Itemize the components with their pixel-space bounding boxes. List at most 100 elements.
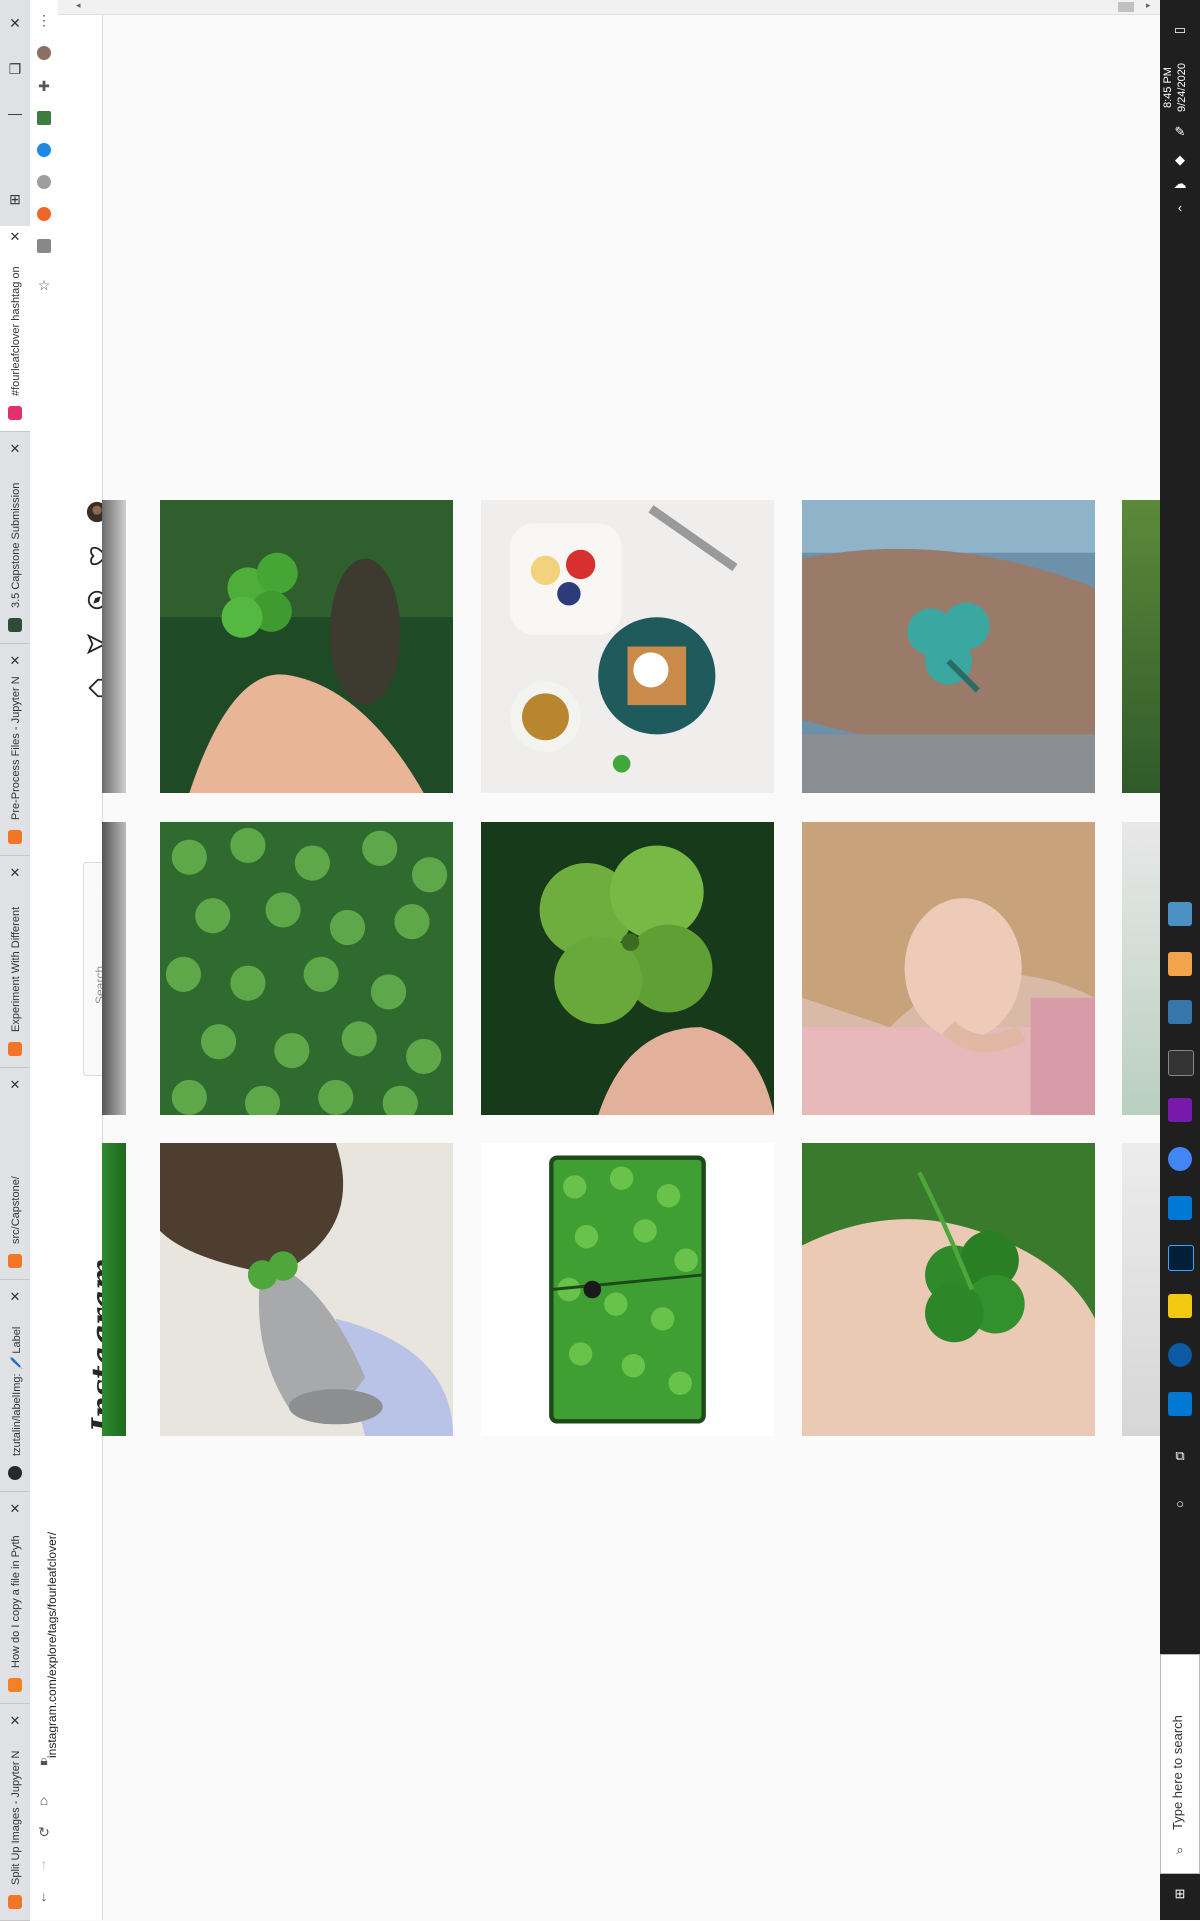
partial-post-tile[interactable] xyxy=(1122,500,1160,793)
menu-icon[interactable]: ⋮ xyxy=(36,12,52,28)
scroll-right-arrow-icon[interactable]: ▸ xyxy=(1146,0,1151,11)
tab-labelimg[interactable]: ✕ tzutalin/labelImg: 🖊️ Label xyxy=(0,1286,30,1492)
file-explorer-icon[interactable] xyxy=(1168,902,1192,926)
tab-copy-file-python[interactable]: ✕ How do I copy a file in Pyth xyxy=(0,1498,30,1704)
post-tile[interactable] xyxy=(802,822,1095,1115)
post-tile[interactable] xyxy=(481,1143,774,1436)
post-tile[interactable] xyxy=(802,500,1095,793)
jupyter-favicon-icon xyxy=(8,830,22,844)
tab-title: tzutalin/labelImg: 🖊️ Label xyxy=(11,1326,23,1456)
partial-post-tile[interactable] xyxy=(102,1143,126,1436)
extension-icon[interactable] xyxy=(37,175,51,189)
post-tile[interactable] xyxy=(160,1143,453,1436)
tab-src-capstone[interactable]: ✕ src/Capstone/ xyxy=(0,1074,30,1280)
minimize-window-icon[interactable]: — xyxy=(6,104,24,122)
store-icon[interactable] xyxy=(1168,1392,1192,1416)
tab-split-up-images[interactable]: ✕ Split Up Images - Jupyter N xyxy=(0,1710,30,1921)
post-image xyxy=(802,822,1095,1115)
pen-icon[interactable]: ✎ xyxy=(1172,124,1188,140)
tab-experiment[interactable]: ✕ Experiment With Different xyxy=(0,862,30,1068)
terminal-icon[interactable] xyxy=(1168,1050,1194,1076)
tab-title: Pre-Process Files - Jupyter N xyxy=(10,676,22,820)
chevron-icon[interactable]: ‹ xyxy=(1172,200,1188,216)
tab-capstone-submission[interactable]: ✕ 3.5 Capstone Submission xyxy=(0,438,30,644)
post-image xyxy=(802,500,1095,793)
tab-close-icon[interactable]: ✕ xyxy=(8,442,22,456)
tab-title: 3.5 Capstone Submission xyxy=(10,482,22,608)
scroll-left-arrow-icon[interactable]: ◂ xyxy=(76,0,81,11)
horizontal-scrollbar[interactable]: ◂ ▸ xyxy=(58,0,1160,15)
back-icon[interactable]: ↓ xyxy=(36,1888,52,1904)
browser-tab-strip: ✕ ❐ — ⊞ ✕ #fourleafclover hashtag on ✕ 3… xyxy=(0,0,31,1921)
onenote-icon[interactable] xyxy=(1168,1098,1192,1122)
tab-close-icon[interactable]: ✕ xyxy=(8,1714,22,1728)
forward-icon[interactable]: ↑ xyxy=(36,1856,52,1872)
photoshop-icon[interactable] xyxy=(1168,1245,1194,1271)
python-icon[interactable] xyxy=(1168,1000,1192,1024)
jupyter-favicon-icon xyxy=(8,1254,22,1268)
stackoverflow-favicon-icon xyxy=(8,1678,22,1692)
partial-post-tile[interactable] xyxy=(102,822,126,1115)
post-image xyxy=(160,822,453,1115)
site-favicon-icon xyxy=(8,618,22,632)
post-image xyxy=(160,1143,453,1436)
tab-title: #fourleafclover hashtag on xyxy=(10,266,22,396)
partial-post-tile[interactable] xyxy=(1122,1143,1160,1436)
close-window-icon[interactable]: ✕ xyxy=(6,14,24,32)
partial-post-tile[interactable] xyxy=(102,500,126,793)
task-view-icon[interactable]: ⧉ xyxy=(1172,1448,1188,1464)
home-icon[interactable]: ⌂ xyxy=(36,1792,52,1808)
post-image xyxy=(481,500,774,793)
tab-fourleafclover[interactable]: ✕ #fourleafclover hashtag on xyxy=(0,226,30,432)
post-image xyxy=(481,822,774,1115)
clock-date[interactable]: 9/24/2020 xyxy=(1176,63,1188,112)
extension-icon[interactable] xyxy=(37,207,51,221)
restore-window-icon[interactable]: ❐ xyxy=(6,60,24,78)
extension-icon[interactable] xyxy=(37,239,51,253)
tab-title: Split Up Images - Jupyter N xyxy=(10,1750,22,1886)
profile-avatar[interactable] xyxy=(37,46,51,60)
clock-time[interactable]: 8:45 PM xyxy=(1162,67,1174,108)
edge-icon[interactable] xyxy=(1168,1343,1192,1367)
tab-title: src/Capstone/ xyxy=(10,1176,22,1244)
extensions-puzzle-icon[interactable]: ✚ xyxy=(36,78,52,94)
jupyter-favicon-icon xyxy=(8,1895,22,1909)
address-bar-url[interactable]: instagram.com/explore/tags/fourleafclove… xyxy=(45,1532,59,1758)
chrome-icon[interactable] xyxy=(1168,1147,1192,1171)
scrollbar-thumb[interactable] xyxy=(1118,2,1134,12)
extension-icon[interactable] xyxy=(37,111,51,125)
jupyter-favicon-icon xyxy=(8,1042,22,1056)
post-image xyxy=(160,500,453,793)
tab-close-icon[interactable]: ✕ xyxy=(8,654,22,668)
post-tile[interactable] xyxy=(160,822,453,1115)
tab-close-icon[interactable]: ✕ xyxy=(8,230,22,244)
taskbar-search-placeholder: Type here to search xyxy=(1170,1715,1185,1830)
tab-close-icon[interactable]: ✕ xyxy=(8,866,22,880)
post-image xyxy=(481,1143,774,1436)
tab-close-icon[interactable]: ✕ xyxy=(8,1502,22,1516)
tab-close-icon[interactable]: ✕ xyxy=(8,1290,22,1304)
brackets-icon[interactable] xyxy=(1168,952,1192,976)
snap-layout-icon[interactable]: ⊞ xyxy=(6,190,24,208)
post-tile[interactable] xyxy=(481,500,774,793)
vscode-icon[interactable] xyxy=(1168,1196,1192,1220)
reload-icon[interactable]: ↻ xyxy=(36,1824,52,1840)
post-tile[interactable] xyxy=(802,1143,1095,1436)
post-tile[interactable] xyxy=(160,500,453,793)
partial-post-tile[interactable] xyxy=(1122,822,1160,1115)
instagram-favicon-icon xyxy=(8,406,22,420)
bookmark-star-icon[interactable]: ☆ xyxy=(36,277,52,293)
dropbox-icon[interactable]: ◆ xyxy=(1172,152,1188,168)
tab-title: Experiment With Different xyxy=(10,906,22,1032)
cortana-icon[interactable]: ○ xyxy=(1172,1496,1188,1512)
post-tile[interactable] xyxy=(481,822,774,1115)
notification-center-icon[interactable]: ▭ xyxy=(1172,22,1188,38)
start-windows-icon[interactable]: ⊞ xyxy=(1172,1886,1188,1902)
extension-icon[interactable] xyxy=(37,143,51,157)
tab-close-icon[interactable]: ✕ xyxy=(8,1078,22,1092)
tab-pre-process[interactable]: ✕ Pre-Process Files - Jupyter N xyxy=(0,650,30,856)
sticky-notes-icon[interactable] xyxy=(1168,1294,1192,1318)
search-icon: ⌕ xyxy=(1176,1842,1184,1857)
post-image xyxy=(802,1143,1095,1436)
cloud-icon[interactable]: ☁ xyxy=(1172,176,1188,192)
